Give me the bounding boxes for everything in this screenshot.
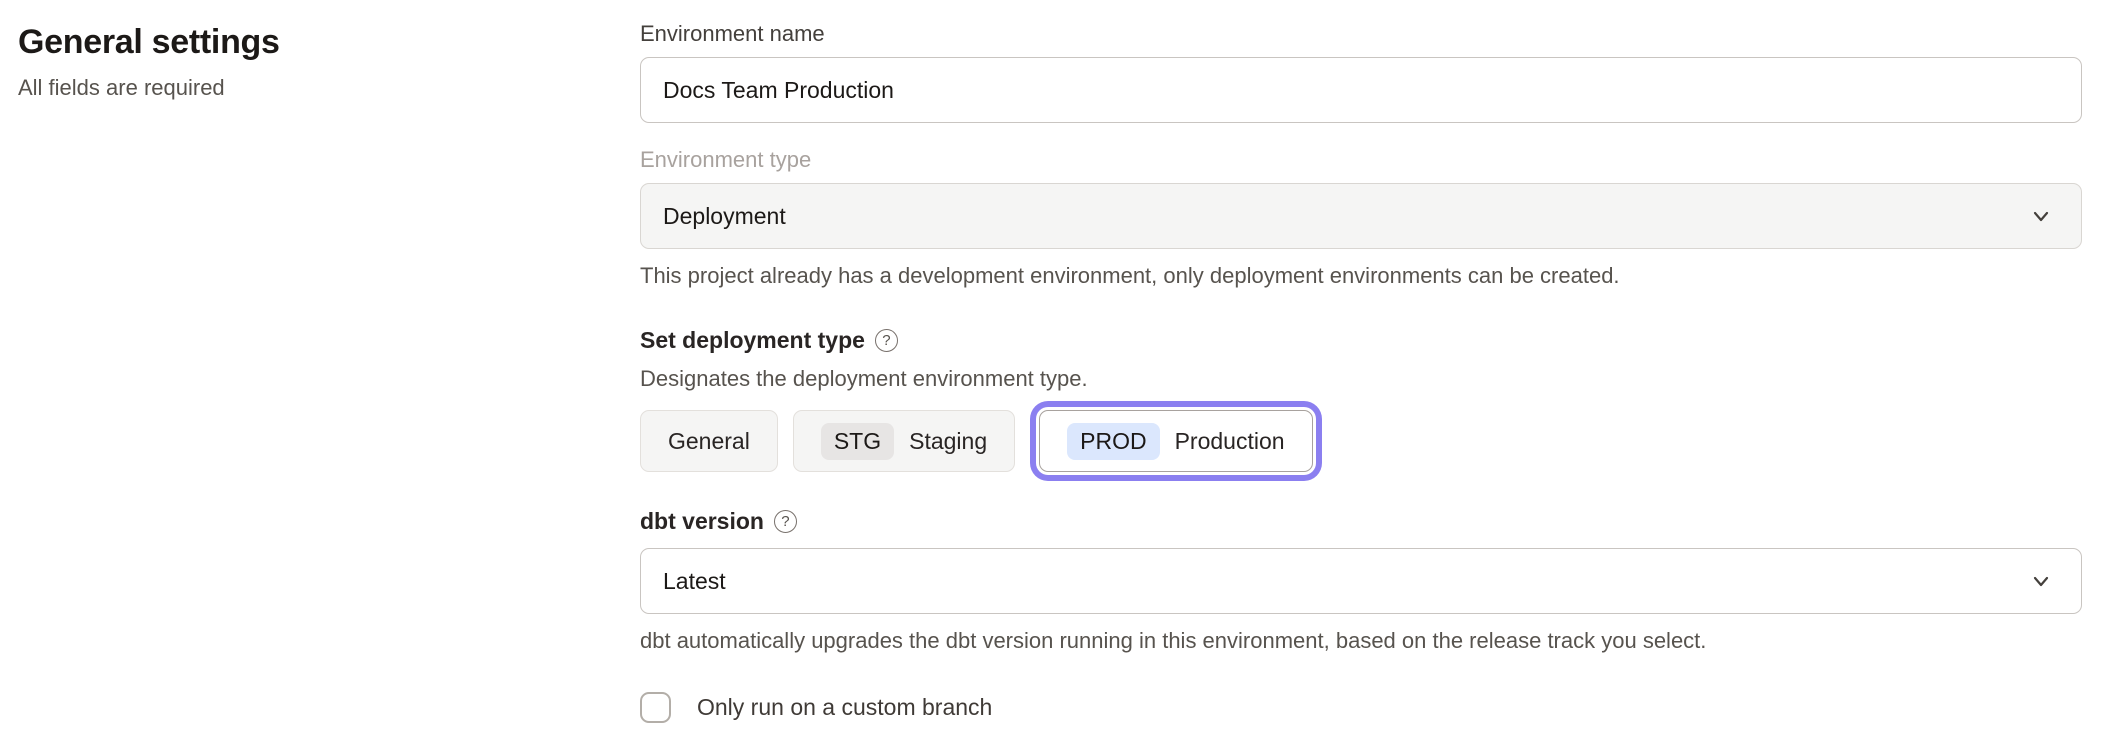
environment-type-value: Deployment xyxy=(663,203,786,230)
page-title: General settings xyxy=(18,22,280,62)
environment-type-helper: This project already has a development e… xyxy=(640,262,2082,289)
settings-header: General settings All fields are required xyxy=(18,22,280,101)
environment-type-label: Environment type xyxy=(640,146,2082,174)
deployment-type-options: General STG Staging PROD Production xyxy=(640,410,2082,472)
staging-badge: STG xyxy=(821,423,894,460)
custom-branch-label: Only run on a custom branch xyxy=(697,693,992,722)
deployment-type-label: Set deployment type ? xyxy=(640,325,2082,355)
custom-branch-row: Only run on a custom branch xyxy=(640,692,2082,723)
deployment-type-production-label: Production xyxy=(1175,428,1285,455)
dbt-version-select[interactable]: Latest xyxy=(640,548,2082,614)
deployment-type-staging-button[interactable]: STG Staging xyxy=(793,410,1015,472)
page-subtitle: All fields are required xyxy=(18,74,280,101)
environment-name-label: Environment name xyxy=(640,20,2082,48)
general-settings-form: Environment name Environment type Deploy… xyxy=(640,20,2082,723)
environment-name-input[interactable] xyxy=(640,57,2082,123)
help-icon[interactable]: ? xyxy=(875,329,898,352)
dbt-version-value: Latest xyxy=(663,568,726,595)
help-icon[interactable]: ? xyxy=(774,510,797,533)
deployment-type-description: Designates the deployment environment ty… xyxy=(640,365,2082,392)
deployment-type-general-label: General xyxy=(668,428,750,455)
dbt-version-label: dbt version ? xyxy=(640,506,2082,536)
deployment-type-staging-label: Staging xyxy=(909,428,987,455)
production-badge: PROD xyxy=(1067,423,1159,460)
environment-type-select: Deployment xyxy=(640,183,2082,249)
chevron-down-icon xyxy=(2029,204,2053,228)
deployment-type-production-button[interactable]: PROD Production xyxy=(1039,410,1312,472)
dbt-version-helper: dbt automatically upgrades the dbt versi… xyxy=(640,627,2082,654)
deployment-type-general-button[interactable]: General xyxy=(640,410,778,472)
custom-branch-checkbox[interactable] xyxy=(640,692,671,723)
chevron-down-icon xyxy=(2029,569,2053,593)
